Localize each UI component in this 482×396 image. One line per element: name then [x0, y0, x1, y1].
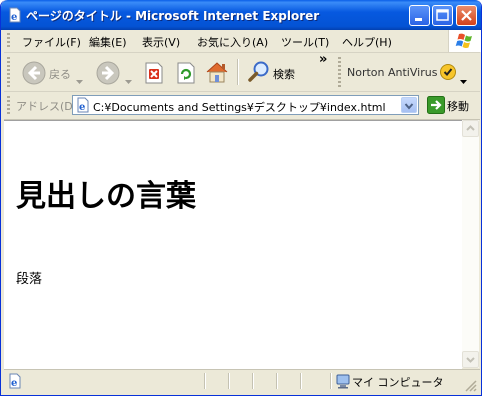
stop-icon[interactable]	[144, 62, 164, 88]
standard-toolbar: 戻る 検索 » Norton AntiVirus	[4, 52, 480, 92]
back-dropdown-icon[interactable]	[76, 70, 83, 89]
status-bar: e マイ コンピュータ	[4, 369, 480, 392]
back-button-label[interactable]: 戻る	[49, 66, 71, 82]
search-button-label[interactable]: 検索	[273, 66, 295, 82]
page-heading: 見出しの言葉	[16, 179, 196, 214]
status-separator	[252, 373, 254, 389]
menu-edit[interactable]: 編集(E)	[89, 34, 127, 50]
forward-dropdown-icon[interactable]	[125, 70, 132, 89]
forward-arrow-icon[interactable]	[96, 61, 120, 89]
my-computer-icon	[335, 373, 351, 393]
home-icon[interactable]	[204, 60, 230, 88]
menu-file[interactable]: ファイル(F)	[22, 34, 81, 50]
title-bar[interactable]: e ページのタイトル - Microsoft Internet Explorer	[1, 0, 481, 30]
norton-shield-icon[interactable]	[440, 64, 456, 84]
menu-favorites[interactable]: お気に入り(A)	[197, 34, 268, 50]
vertical-scrollbar[interactable]	[462, 120, 479, 368]
menubar-grip[interactable]	[7, 33, 10, 49]
close-button[interactable]	[456, 5, 477, 26]
toolbar-separator	[237, 59, 239, 85]
ie-window: e ページのタイトル - Microsoft Internet Explorer…	[0, 0, 482, 396]
scroll-down-button[interactable]	[462, 351, 479, 368]
addressbar-grip[interactable]	[7, 96, 10, 114]
toolbar-grip[interactable]	[7, 57, 10, 87]
address-label: アドレス(D)	[16, 100, 78, 113]
menu-view[interactable]: 表示(V)	[142, 34, 180, 50]
ie-page-icon: e	[7, 7, 23, 23]
norton-dropdown-icon[interactable]	[460, 70, 467, 89]
menu-bar: ファイル(F) 編集(E) 表示(V) お気に入り(A) ツール(T) ヘルプ(…	[4, 30, 481, 53]
page-status-icon: e	[7, 373, 23, 393]
menu-help[interactable]: ヘルプ(H)	[342, 34, 392, 50]
resize-grip-icon[interactable]	[465, 377, 477, 395]
svg-text:e: e	[11, 378, 17, 389]
status-separator	[330, 373, 332, 389]
address-url[interactable]: C:¥Documents and Settings¥デスクトップ¥index.h…	[93, 99, 386, 115]
norton-antivirus-label[interactable]: Norton AntiVirus	[347, 66, 437, 79]
page-paragraph: 段落	[16, 272, 43, 287]
page-icon: e	[75, 97, 91, 117]
menu-tools[interactable]: ツール(T)	[281, 34, 329, 50]
address-bar: アドレス(D) e C:¥Documents and Settings¥デスクト…	[4, 92, 480, 120]
maximize-button[interactable]	[432, 5, 453, 26]
page-content: 見出しの言葉 段落	[4, 120, 462, 369]
svg-text:e: e	[79, 102, 85, 113]
go-button-label[interactable]: 移動	[447, 98, 469, 114]
refresh-icon[interactable]	[176, 62, 196, 88]
address-input[interactable]: e C:¥Documents and Settings¥デスクトップ¥index…	[72, 95, 419, 115]
back-arrow-icon[interactable]	[22, 61, 46, 89]
norton-toolbar-grip[interactable]	[338, 57, 341, 87]
status-separator	[228, 373, 230, 389]
security-zone-label: マイ コンピュータ	[352, 376, 444, 389]
window-title: ページのタイトル - Microsoft Internet Explorer	[26, 9, 320, 23]
minimize-button[interactable]	[409, 5, 430, 26]
windows-logo-icon	[448, 30, 481, 52]
toolbar-overflow-chevron[interactable]: »	[319, 52, 327, 67]
status-separator	[276, 373, 278, 389]
search-icon[interactable]	[247, 60, 271, 88]
svg-text:e: e	[11, 12, 17, 23]
scroll-up-button[interactable]	[462, 120, 479, 137]
go-arrow-icon[interactable]	[427, 96, 445, 118]
status-separator	[204, 373, 206, 389]
status-separator	[300, 373, 302, 389]
address-dropdown-button[interactable]	[401, 97, 417, 113]
